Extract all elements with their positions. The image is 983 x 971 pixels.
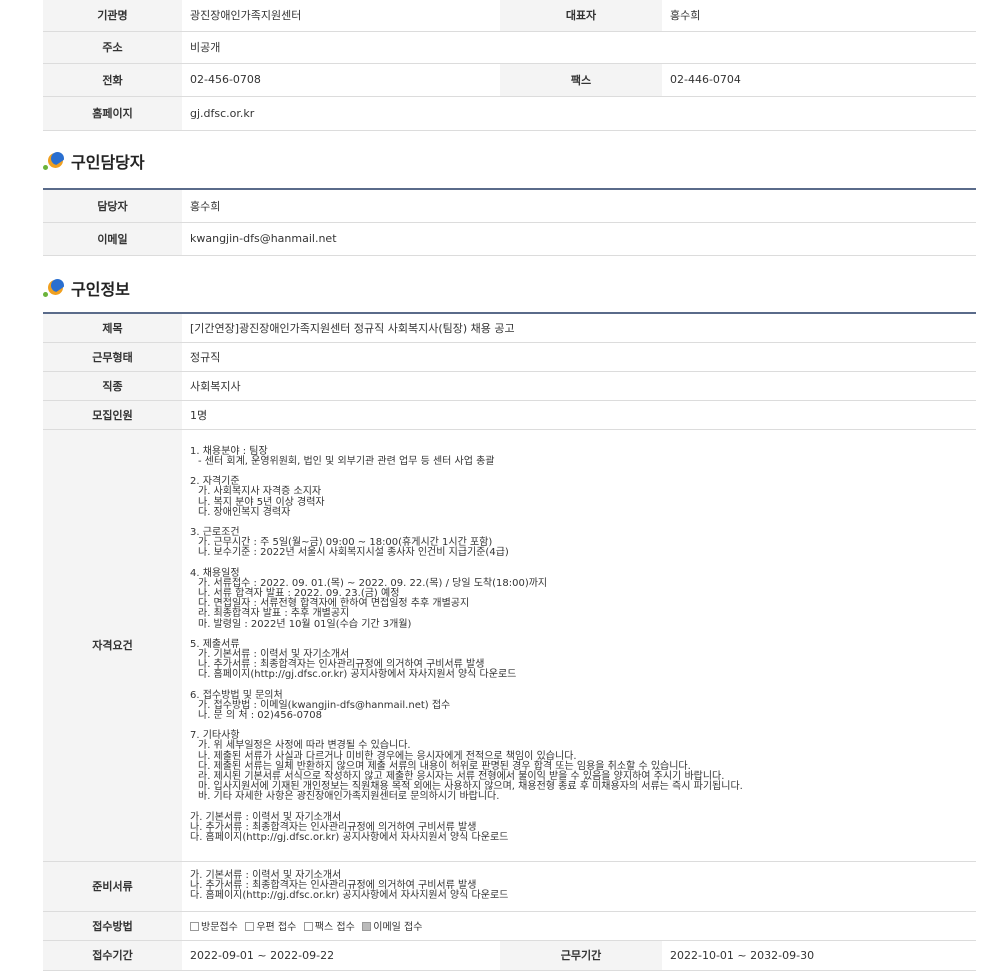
contact-row-manager: 담당자 홍수희 — [43, 189, 976, 223]
method-visit-label: 방문접수 — [201, 922, 238, 933]
job-section-title: 구인정보 — [43, 276, 130, 300]
job-section: 제목 [기간연장]광진장애인가족지원센터 정규직 사회복지사(팀장) 채용 공고… — [43, 312, 976, 971]
job-table: 제목 [기간연장]광진장애인가족지원센터 정규직 사회복지사(팀장) 채용 공고… — [43, 312, 976, 971]
org-row-homepage: 홈페이지 gj.dfsc.or.kr — [43, 96, 976, 131]
org-row-name: 기관명 광진장애인가족지원센터 대표자 홍수희 — [43, 0, 976, 32]
org-name-label: 기관명 — [43, 0, 182, 32]
checkbox-visit — [190, 922, 199, 931]
contact-table: 담당자 홍수희 이메일 kwangjin-dfs@hanmail.net — [43, 188, 976, 256]
method-label: 접수방법 — [43, 911, 182, 941]
method-email: 이메일 접수 — [362, 922, 422, 933]
apply-period-value: 2022-09-01 ~ 2022-09-22 — [182, 940, 500, 971]
method-fax-label: 팩스 접수 — [314, 922, 355, 933]
docs-label: 준비서류 — [43, 861, 182, 912]
job-row-type: 근무형태 정규직 — [43, 342, 976, 372]
req-group-6: 6. 접수방법 및 문의처 가. 접수방법 : 이메일(kwangjin-dfs… — [190, 690, 968, 722]
req-group-7: 7. 기타사항 가. 위 세부일정은 사정에 따라 변경될 수 있습니다. 나.… — [190, 731, 968, 803]
phone-label: 전화 — [43, 63, 182, 97]
phone-value: 02-456-0708 — [182, 63, 500, 97]
fax-label: 팩스 — [500, 63, 662, 97]
email-value[interactable]: kwangjin-dfs@hanmail.net — [182, 222, 976, 256]
req-line: 바. 기타 자세한 사항은 광진장애인가족지원센터로 문의하시기 바랍니다. — [198, 791, 500, 803]
org-row-address: 주소 비공개 — [43, 31, 976, 64]
contact-row-email: 이메일 kwangjin-dfs@hanmail.net — [43, 222, 976, 256]
req-group-1: 1. 채용분야 : 팀장 - 센터 회계, 운영위원회, 법인 및 외부기관 관… — [190, 446, 968, 467]
recruit-count-label: 모집인원 — [43, 400, 182, 430]
email-label: 이메일 — [43, 222, 182, 256]
contact-section-title-text: 구인담당자 — [71, 153, 145, 172]
req-line: - 센터 회계, 운영위원회, 법인 및 외부기관 관련 업무 등 센터 사업 … — [198, 455, 495, 467]
homepage-link[interactable]: gj.dfsc.or.kr — [182, 96, 976, 131]
checkbox-fax — [303, 922, 313, 931]
req-line: 나. 문 의 처 : 02)456-0708 — [198, 710, 323, 722]
contact-section: 담당자 홍수희 이메일 kwangjin-dfs@hanmail.net — [43, 188, 976, 256]
checkbox-email — [362, 922, 372, 931]
req-line: 나. 복지 분야 5년 이상 경력자 — [198, 496, 325, 508]
section-bullet-icon — [43, 150, 65, 172]
job-row-period: 접수기간 2022-09-01 ~ 2022-09-22 근무기간 2022-1… — [43, 940, 976, 971]
work-type-value: 정규직 — [182, 342, 976, 372]
representative-value: 홍수희 — [662, 0, 976, 32]
docs-body: 가. 기본서류 : 이력서 및 자기소개서 나. 추가서류 : 최종합격자는 인… — [182, 861, 976, 912]
manager-value: 홍수희 — [182, 189, 976, 223]
work-period-label: 근무기간 — [500, 940, 662, 971]
job-title-value: [기간연장]광진장애인가족지원센터 정규직 사회복지사(팀장) 채용 공고 — [182, 313, 976, 343]
manager-label: 담당자 — [43, 189, 182, 223]
job-row-docs: 준비서류 가. 기본서류 : 이력서 및 자기소개서 나. 추가서류 : 최종합… — [43, 861, 976, 912]
org-name-value: 광진장애인가족지원센터 — [182, 0, 500, 32]
job-title-label: 제목 — [43, 313, 182, 343]
req-line: 다. 장애인복지 경력자 — [198, 506, 291, 518]
contact-section-title: 구인담당자 — [43, 149, 145, 173]
req-group-2: 2. 자격기준 가. 사회복지사 자격증 소지자 나. 복지 분야 5년 이상 … — [190, 476, 968, 518]
req-line: 다. 홈페이지(http://gj.dfsc.or.kr) 공지사항에서 자사지… — [190, 832, 509, 844]
job-kind-value: 사회복지사 — [182, 371, 976, 401]
docs-line: 다. 홈페이지(http://gj.dfsc.or.kr) 공지사항에서 자사지… — [190, 890, 509, 902]
method-post-label: 우편 접수 — [256, 922, 297, 933]
homepage-label: 홈페이지 — [43, 96, 182, 131]
job-kind-label: 직종 — [43, 371, 182, 401]
method-options: 방문접수 우편 접수 팩스 접수 이메일 접수 — [182, 911, 976, 941]
representative-label: 대표자 — [500, 0, 662, 32]
org-row-phone: 전화 02-456-0708 팩스 02-446-0704 — [43, 63, 976, 97]
req-group-8: 가. 기본서류 : 이력서 및 자기소개서 나. 추가서류 : 최종합격자는 인… — [190, 812, 968, 844]
work-period-value: 2022-10-01 ~ 2032-09-30 — [662, 940, 976, 971]
method-visit: 방문접수 — [190, 922, 238, 933]
req-line: 다. 홈페이지(http://gj.dfsc.or.kr) 공지사항에서 자사지… — [198, 669, 517, 681]
org-info-table: 기관명 광진장애인가족지원센터 대표자 홍수희 주소 비공개 전화 02-456… — [43, 0, 976, 131]
req-line: 마. 발령일 : 2022년 10월 01일(수습 기간 3개월) — [198, 618, 412, 630]
job-section-title-text: 구인정보 — [71, 280, 130, 299]
job-row-requirements: 자격요건 1. 채용분야 : 팀장 - 센터 회계, 운영위원회, 법인 및 외… — [43, 429, 976, 862]
fax-value: 02-446-0704 — [662, 63, 976, 97]
job-row-count: 모집인원 1명 — [43, 400, 976, 430]
section-bullet-icon — [43, 277, 65, 299]
method-fax: 팩스 접수 — [303, 922, 355, 933]
checkbox-post — [245, 922, 255, 931]
job-row-kind: 직종 사회복지사 — [43, 371, 976, 401]
req-group-4: 4. 채용일정 가. 서류접수 : 2022. 09. 01.(목) ~ 202… — [190, 568, 968, 630]
address-value: 비공개 — [182, 31, 976, 64]
recruit-count-value: 1명 — [182, 400, 976, 430]
org-info-section: 기관명 광진장애인가족지원센터 대표자 홍수희 주소 비공개 전화 02-456… — [43, 0, 976, 131]
method-email-label: 이메일 접수 — [373, 922, 423, 933]
req-group-5: 5. 제출서류 가. 기본서류 : 이력서 및 자기소개서 나. 추가서류 : … — [190, 639, 968, 681]
method-post: 우편 접수 — [245, 922, 296, 933]
work-type-label: 근무형태 — [43, 342, 182, 372]
address-label: 주소 — [43, 31, 182, 64]
requirements-label: 자격요건 — [43, 429, 182, 862]
req-line: 나. 보수기준 : 2022년 서울시 사회복지시설 종사자 인건비 지급기준(… — [198, 547, 509, 559]
req-group-3: 3. 근로조건 가. 근무시간 : 주 5일(월~금) 09:00 ~ 18:0… — [190, 527, 968, 559]
requirements-body: 1. 채용분야 : 팀장 - 센터 회계, 운영위원회, 법인 및 외부기관 관… — [182, 429, 976, 862]
job-row-title: 제목 [기간연장]광진장애인가족지원센터 정규직 사회복지사(팀장) 채용 공고 — [43, 313, 976, 343]
apply-period-label: 접수기간 — [43, 940, 182, 971]
job-row-method: 접수방법 방문접수 우편 접수 팩스 접수 이메일 접수 — [43, 911, 976, 941]
